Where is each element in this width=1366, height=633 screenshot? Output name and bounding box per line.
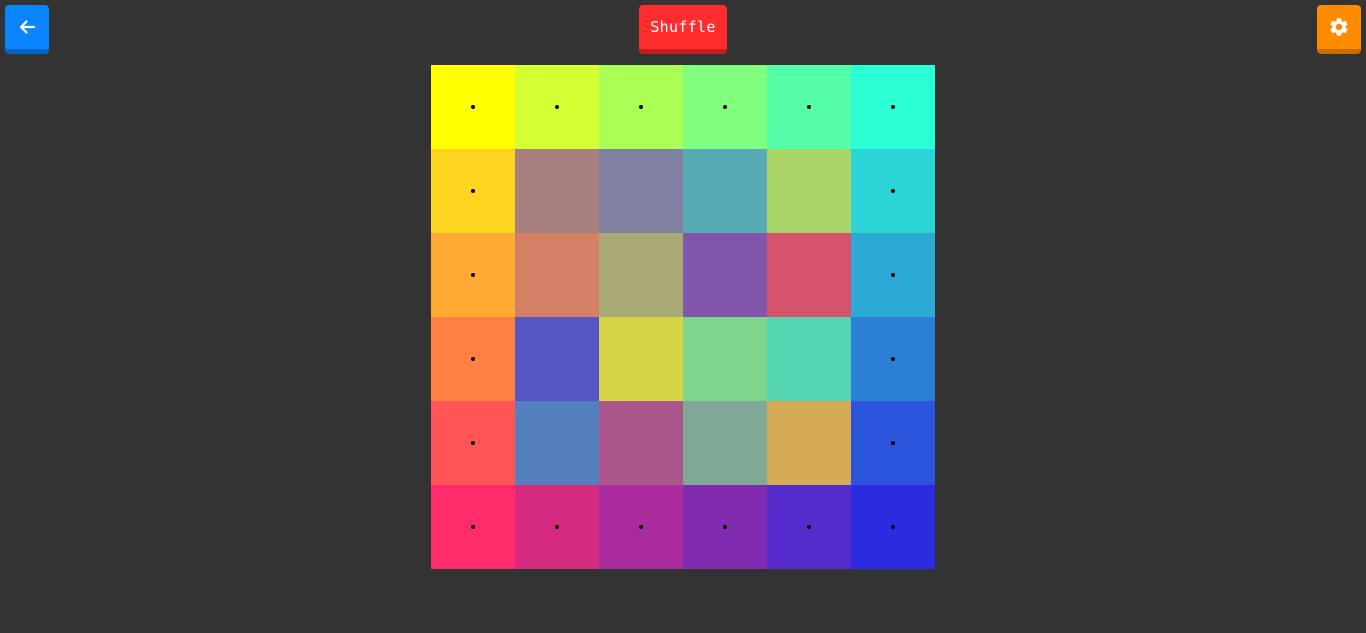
locked-tile xyxy=(515,485,599,569)
locked-tile xyxy=(431,317,515,401)
movable-tile[interactable] xyxy=(683,401,767,485)
locked-dot-icon xyxy=(891,525,895,529)
movable-tile[interactable] xyxy=(767,317,851,401)
locked-dot-icon xyxy=(723,105,727,109)
movable-tile[interactable] xyxy=(515,317,599,401)
locked-tile xyxy=(851,401,935,485)
arrow-left-icon xyxy=(17,17,37,37)
locked-dot-icon xyxy=(471,357,475,361)
settings-button[interactable] xyxy=(1317,5,1361,54)
locked-dot-icon xyxy=(639,525,643,529)
locked-dot-icon xyxy=(555,525,559,529)
locked-dot-icon xyxy=(891,357,895,361)
locked-tile xyxy=(431,401,515,485)
locked-dot-icon xyxy=(555,105,559,109)
movable-tile[interactable] xyxy=(515,149,599,233)
movable-tile[interactable] xyxy=(599,149,683,233)
locked-tile xyxy=(431,233,515,317)
locked-tile xyxy=(599,485,683,569)
color-puzzle-board xyxy=(431,65,935,569)
locked-tile xyxy=(431,485,515,569)
locked-dot-icon xyxy=(807,105,811,109)
locked-dot-icon xyxy=(807,525,811,529)
locked-tile xyxy=(851,65,935,149)
locked-dot-icon xyxy=(471,189,475,193)
locked-dot-icon xyxy=(471,105,475,109)
locked-dot-icon xyxy=(723,525,727,529)
locked-dot-icon xyxy=(471,441,475,445)
movable-tile[interactable] xyxy=(515,233,599,317)
movable-tile[interactable] xyxy=(767,149,851,233)
movable-tile[interactable] xyxy=(683,317,767,401)
locked-tile xyxy=(851,149,935,233)
locked-tile xyxy=(767,65,851,149)
locked-tile xyxy=(515,65,599,149)
locked-dot-icon xyxy=(891,189,895,193)
locked-dot-icon xyxy=(471,525,475,529)
locked-dot-icon xyxy=(471,273,475,277)
back-button[interactable] xyxy=(5,5,49,54)
movable-tile[interactable] xyxy=(683,149,767,233)
locked-tile xyxy=(851,233,935,317)
locked-tile xyxy=(683,65,767,149)
top-toolbar: Shuffle xyxy=(0,0,1366,60)
movable-tile[interactable] xyxy=(599,233,683,317)
movable-tile[interactable] xyxy=(599,401,683,485)
shuffle-button[interactable]: Shuffle xyxy=(639,5,727,54)
movable-tile[interactable] xyxy=(599,317,683,401)
locked-dot-icon xyxy=(891,273,895,277)
movable-tile[interactable] xyxy=(683,233,767,317)
locked-tile xyxy=(851,317,935,401)
locked-tile xyxy=(683,485,767,569)
locked-dot-icon xyxy=(891,105,895,109)
locked-tile xyxy=(767,485,851,569)
locked-dot-icon xyxy=(891,441,895,445)
locked-tile xyxy=(431,149,515,233)
movable-tile[interactable] xyxy=(515,401,599,485)
movable-tile[interactable] xyxy=(767,401,851,485)
locked-tile xyxy=(599,65,683,149)
locked-tile xyxy=(851,485,935,569)
locked-tile xyxy=(431,65,515,149)
gear-icon xyxy=(1328,16,1350,38)
movable-tile[interactable] xyxy=(767,233,851,317)
locked-dot-icon xyxy=(639,105,643,109)
